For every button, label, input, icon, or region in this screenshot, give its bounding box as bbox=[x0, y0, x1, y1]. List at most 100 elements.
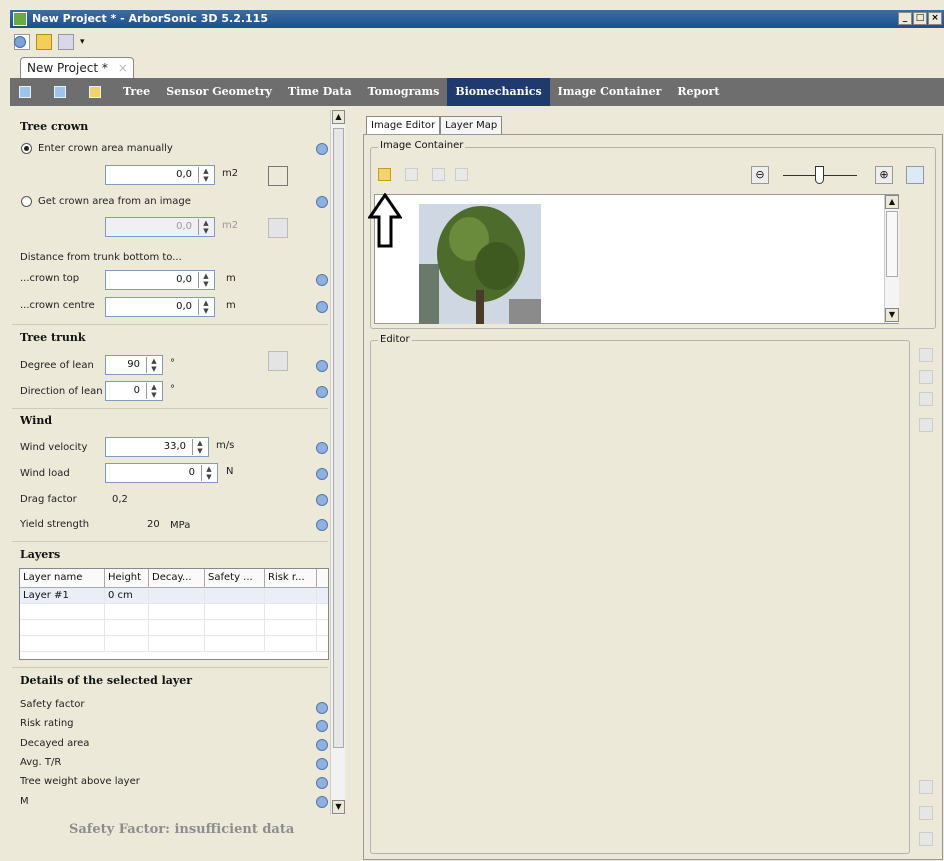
menu-tomograms[interactable]: Tomograms bbox=[360, 78, 448, 106]
eye-icon bbox=[919, 806, 933, 820]
wrench-icon[interactable] bbox=[58, 34, 74, 50]
document-icon[interactable] bbox=[89, 86, 101, 98]
yield-strength-unit: MPa bbox=[170, 520, 191, 531]
help-icon[interactable] bbox=[316, 143, 328, 155]
help-icon[interactable] bbox=[316, 301, 328, 313]
drag-factor-label: Drag factor bbox=[20, 494, 77, 505]
scroll-down-arrow[interactable]: ▼ bbox=[332, 800, 345, 814]
help-icon[interactable] bbox=[316, 196, 328, 208]
crown-manual-label: Enter crown area manually bbox=[38, 143, 173, 154]
document-tab[interactable]: New Project * × bbox=[20, 57, 134, 79]
crown-centre-spinner[interactable]: ▲ ▼ bbox=[198, 299, 213, 315]
open-folder-icon[interactable] bbox=[36, 34, 52, 50]
crown-top-spinner[interactable]: ▲ ▼ bbox=[198, 272, 213, 288]
wind-velocity-spinner[interactable]: ▲ ▼ bbox=[192, 439, 207, 455]
crown-centre-input[interactable]: 0,0 ▲ ▼ bbox=[105, 297, 215, 317]
chevron-down-icon[interactable]: ▾ bbox=[80, 37, 85, 47]
divider bbox=[12, 541, 328, 542]
zoom-out-icon[interactable]: ⊖ bbox=[751, 166, 769, 184]
table-cell bbox=[105, 604, 149, 619]
close-button[interactable]: × bbox=[928, 12, 942, 25]
column-header[interactable]: Decay... bbox=[149, 569, 205, 587]
help-icon[interactable] bbox=[316, 519, 328, 531]
help-icon[interactable] bbox=[14, 36, 26, 48]
calculator-button[interactable] bbox=[268, 166, 288, 186]
menu-sensor-geometry[interactable]: Sensor Geometry bbox=[158, 78, 280, 106]
help-icon[interactable] bbox=[316, 360, 328, 372]
crown-area-spinner[interactable]: ▲ ▼ bbox=[198, 167, 213, 183]
title-bar: New Project * - ArborSonic 3D 5.2.115 _ … bbox=[10, 10, 944, 28]
scroll-up-arrow[interactable]: ▲ bbox=[332, 110, 345, 124]
help-icon[interactable] bbox=[316, 386, 328, 398]
column-header[interactable]: Safety ... bbox=[205, 569, 265, 587]
crown-image-input: 0,0 ▲ ▼ bbox=[105, 217, 215, 237]
lean-degree-value: 90 bbox=[127, 359, 140, 370]
help-icon[interactable] bbox=[316, 468, 328, 480]
help-icon[interactable] bbox=[316, 442, 328, 454]
tab-layer-map[interactable]: Layer Map bbox=[440, 116, 503, 134]
lean-direction-input[interactable]: 0 ▲ ▼ bbox=[105, 381, 163, 401]
scroll-up-arrow[interactable]: ▲ bbox=[885, 195, 899, 209]
left-panel-scrollbar[interactable]: ▲ ▼ bbox=[330, 110, 345, 815]
thumbnail-scrollbar[interactable]: ▲ ▼ bbox=[884, 195, 899, 323]
crown-area-value: 0,0 bbox=[176, 169, 192, 180]
crown-image-radio[interactable] bbox=[21, 196, 32, 207]
help-icon[interactable] bbox=[316, 796, 328, 808]
save-icon[interactable] bbox=[19, 86, 31, 98]
table-row[interactable] bbox=[20, 604, 328, 620]
table-cell bbox=[265, 588, 317, 603]
table-row[interactable] bbox=[20, 620, 328, 636]
layers-table[interactable]: Layer name Height Decay... Safety ... Ri… bbox=[19, 568, 329, 660]
close-tab-icon[interactable]: × bbox=[118, 61, 128, 75]
zoom-slider-thumb[interactable] bbox=[815, 166, 824, 184]
help-icon[interactable] bbox=[316, 720, 328, 732]
menu-biomechanics[interactable]: Biomechanics bbox=[447, 78, 550, 106]
scroll-thumb[interactable] bbox=[886, 211, 898, 277]
menu-tree[interactable]: Tree bbox=[115, 78, 158, 106]
open-image-icon[interactable] bbox=[378, 168, 391, 181]
table-cell: Layer #1 bbox=[20, 588, 105, 603]
scroll-thumb[interactable] bbox=[333, 128, 344, 748]
maximize-button[interactable]: □ bbox=[913, 12, 927, 25]
tree-photo-thumbnail[interactable] bbox=[419, 204, 541, 324]
menu-time-data[interactable]: Time Data bbox=[280, 78, 360, 106]
wind-load-input[interactable]: 0 ▲ ▼ bbox=[105, 463, 218, 483]
lean-degree-spinner[interactable]: ▲ ▼ bbox=[146, 357, 161, 373]
column-header[interactable]: Height bbox=[105, 569, 149, 587]
help-icon[interactable] bbox=[316, 702, 328, 714]
help-icon[interactable] bbox=[316, 777, 328, 789]
table-cell bbox=[105, 620, 149, 635]
copy-image-icon bbox=[405, 168, 418, 181]
crown-manual-radio[interactable] bbox=[21, 143, 32, 154]
help-icon[interactable] bbox=[316, 739, 328, 751]
help-icon[interactable] bbox=[316, 758, 328, 770]
search-icon[interactable] bbox=[919, 780, 933, 794]
document-tab-label: New Project * bbox=[27, 61, 108, 75]
column-header[interactable]: Risk r... bbox=[265, 569, 317, 587]
table-cell: 0 cm bbox=[105, 588, 149, 603]
table-row[interactable]: Layer #1 0 cm bbox=[20, 588, 328, 604]
wind-velocity-input[interactable]: 33,0 ▲ ▼ bbox=[105, 437, 209, 457]
zoom-in-icon[interactable]: ⊕ bbox=[875, 166, 893, 184]
wind-load-spinner[interactable]: ▲ ▼ bbox=[201, 465, 216, 481]
fit-image-icon[interactable] bbox=[906, 166, 924, 184]
tab-image-editor[interactable]: Image Editor bbox=[366, 116, 441, 134]
crown-top-input[interactable]: 0,0 ▲ ▼ bbox=[105, 270, 215, 290]
minimize-button[interactable]: _ bbox=[898, 12, 912, 25]
scroll-down-arrow[interactable]: ▼ bbox=[885, 308, 899, 322]
menu-image-container[interactable]: Image Container bbox=[550, 78, 670, 106]
help-icon[interactable] bbox=[316, 494, 328, 506]
table-row[interactable] bbox=[20, 636, 328, 652]
lean-degree-input[interactable]: 90 ▲ ▼ bbox=[105, 355, 163, 375]
copy-icon[interactable] bbox=[54, 86, 66, 98]
help-icon[interactable] bbox=[316, 274, 328, 286]
crown-area-input[interactable]: 0,0 ▲ ▼ bbox=[105, 165, 215, 185]
editor-canvas[interactable] bbox=[370, 346, 908, 852]
lean-direction-spinner[interactable]: ▲ ▼ bbox=[146, 383, 161, 399]
editor-label: Editor bbox=[378, 334, 412, 345]
layers-table-header: Layer name Height Decay... Safety ... Ri… bbox=[20, 569, 328, 588]
menu-report[interactable]: Report bbox=[669, 78, 727, 106]
column-header[interactable]: Layer name bbox=[20, 569, 105, 587]
crown-centre-unit: m bbox=[226, 300, 236, 311]
pin-icon bbox=[919, 348, 933, 362]
